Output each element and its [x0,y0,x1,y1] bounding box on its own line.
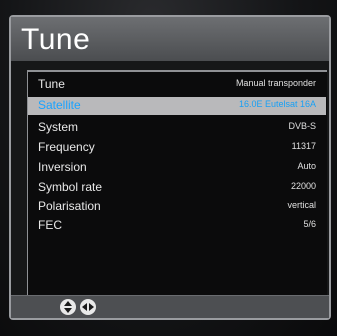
row-label: Frequency [38,140,95,154]
row-value: 5/6 [303,219,316,229]
header-bar: Tune [11,17,329,61]
settings-panel: Tune Manual transponder Satellite 16.0E … [27,70,327,300]
row-value: 11317 [291,141,316,151]
row-value: Manual transponder [235,78,316,88]
menu-row-frequency[interactable]: Frequency 11317 [28,139,326,157]
navigation-hint-bar [11,295,329,318]
row-value: Auto [297,161,316,171]
menu-row-tune[interactable]: Tune Manual transponder [28,76,326,94]
row-label: System [38,120,79,134]
osd-window: Tune Tune Manual transponder Satellite 1… [9,15,331,320]
row-label: Symbol rate [38,180,103,194]
row-label: Satellite [38,98,81,112]
menu-row-polarisation[interactable]: Polarisation vertical [28,198,326,216]
menu-row-inversion[interactable]: Inversion Auto [28,159,326,177]
menu-row-symbol-rate[interactable]: Symbol rate 22000 [28,179,326,197]
row-value: DVB-S [288,121,316,131]
menu-row-fec[interactable]: FEC 5/6 [28,217,326,235]
row-value: 22000 [290,181,316,191]
row-label: FEC [38,218,62,232]
page-title: Tune [21,23,91,56]
row-label: Inversion [38,160,87,174]
left-right-arrows-icon [80,299,96,315]
row-label: Tune [38,77,65,91]
up-down-arrows-icon [60,299,76,315]
row-value: vertical [287,200,316,210]
menu-row-satellite[interactable]: Satellite 16.0E Eutelsat 16A [28,97,326,115]
menu-row-system[interactable]: System DVB-S [28,119,326,137]
row-value: 16.0E Eutelsat 16A [238,99,316,109]
row-label: Polarisation [38,199,101,213]
